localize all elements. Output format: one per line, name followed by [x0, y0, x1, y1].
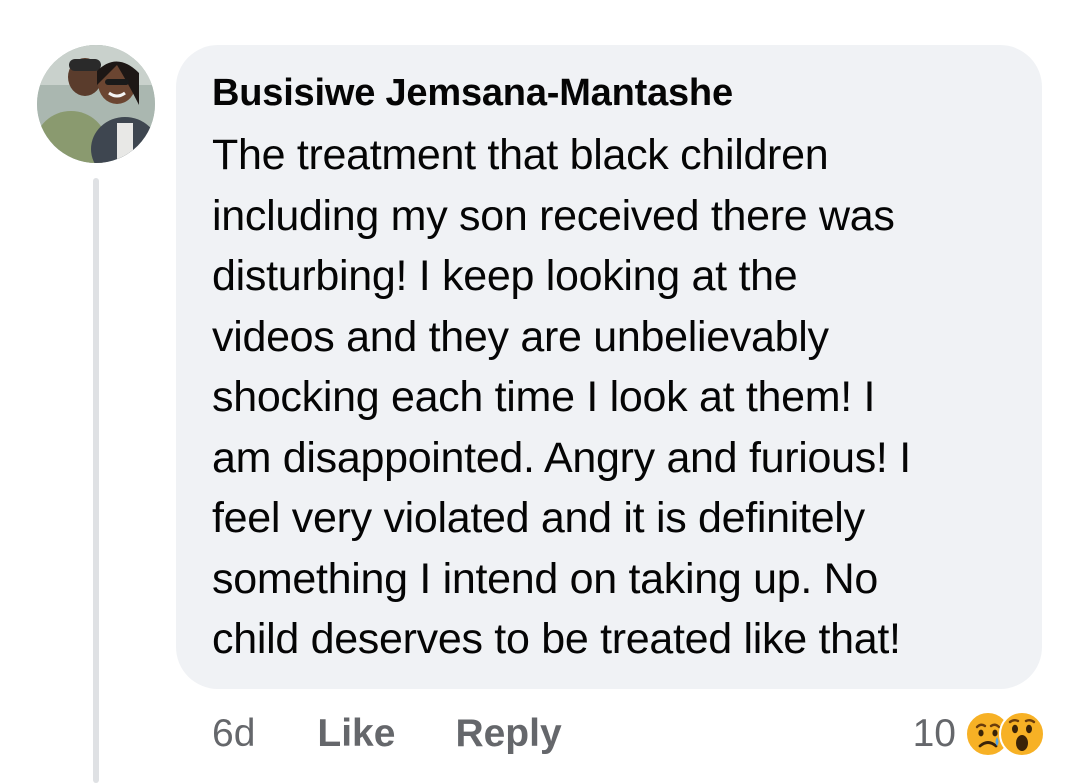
comment-line: shocking each time I look at them! I [212, 373, 876, 421]
comment-view: Busisiwe Jemsana-Mantashe The treatment … [0, 0, 1080, 783]
wow-reaction-icon [999, 711, 1045, 757]
comment-line: The treatment that black children [212, 131, 829, 179]
comment-line: child deserves to be treated like that! [212, 615, 901, 663]
reply-thread-line [93, 178, 99, 783]
like-button[interactable]: Like [317, 712, 395, 756]
comment-line: feel very violated and it is definitely [212, 494, 865, 542]
reply-button[interactable]: Reply [455, 712, 561, 756]
comment-bubble: Busisiwe Jemsana-Mantashe The treatment … [176, 45, 1042, 689]
reactions-summary[interactable]: 10 [913, 706, 1046, 762]
comment-line: something I intend on taking up. No [212, 554, 878, 603]
avatar[interactable] [37, 45, 155, 163]
comment-line: videos and they are unbelievably [212, 312, 829, 361]
comment-text: The treatment that black children includ… [212, 125, 1012, 670]
comment-line: disturbing! I keep looking at the [212, 252, 798, 300]
comment-author-name[interactable]: Busisiwe Jemsana-Mantashe [212, 69, 1012, 117]
comment-line: am disappointed. Angry and furious! I [212, 433, 911, 482]
comment-actions: 6d Like Reply [212, 706, 562, 762]
avatar-photo [37, 45, 155, 163]
comment-line: including my son received there was [212, 191, 895, 240]
comment-timestamp[interactable]: 6d [212, 712, 255, 756]
reaction-count: 10 [912, 712, 956, 755]
reaction-icons [964, 710, 1046, 758]
